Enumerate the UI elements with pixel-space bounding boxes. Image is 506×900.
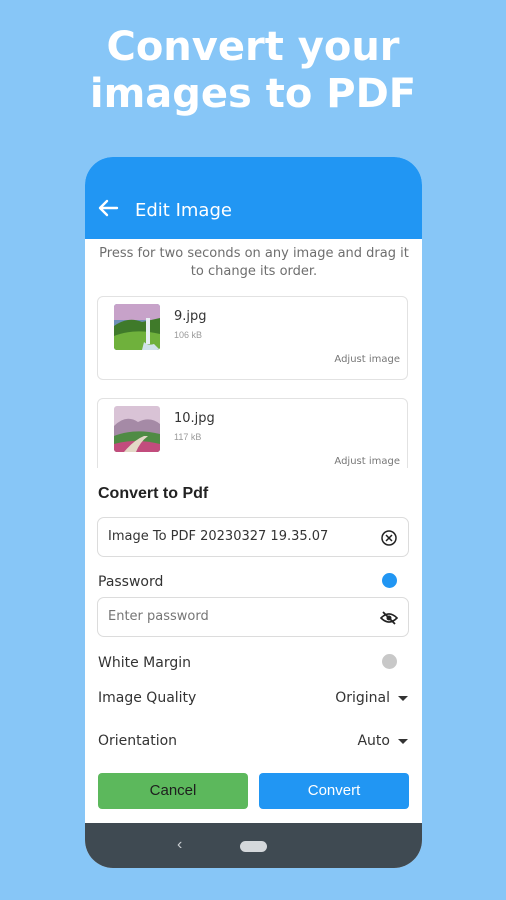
adjust-image-link[interactable]: Adjust image — [334, 354, 400, 365]
image-filename: 10.jpg — [174, 411, 215, 426]
convert-section-title: Convert to Pdf — [98, 485, 209, 502]
clear-icon[interactable] — [380, 529, 398, 547]
white-margin-label: White Margin — [98, 655, 191, 671]
system-nav-bar: ‹ — [85, 823, 422, 868]
image-quality-select[interactable]: Original — [335, 690, 408, 706]
reorder-hint: Press for two seconds on any image and d… — [95, 245, 413, 281]
promo-headline: Convert your images to PDF — [0, 24, 506, 118]
hint-line-1: Press for two seconds on any image and d… — [99, 246, 409, 261]
headline-line-2: images to PDF — [89, 71, 417, 117]
password-field[interactable] — [97, 597, 409, 637]
password-input[interactable] — [108, 609, 358, 624]
password-toggle[interactable] — [382, 573, 397, 588]
cancel-button[interactable]: Cancel — [98, 773, 248, 809]
image-filesize: 106 kB — [174, 330, 203, 340]
nav-home-icon[interactable] — [240, 841, 267, 852]
pdf-filename-field[interactable]: Image To PDF 20230327 19.35.07 — [97, 517, 409, 557]
image-list[interactable]: 9.jpg 106 kB Adjust image 10.jpg 117 kB … — [85, 292, 422, 468]
adjust-image-link[interactable]: Adjust image — [334, 456, 400, 467]
headline-line-1: Convert your — [106, 24, 400, 70]
hint-line-2: to change its order. — [190, 264, 318, 279]
chevron-down-icon — [398, 738, 408, 744]
orientation-select[interactable]: Auto — [357, 733, 408, 749]
white-margin-toggle[interactable] — [382, 654, 397, 669]
arrow-left-icon[interactable] — [97, 199, 119, 217]
orientation-label: Orientation — [98, 733, 178, 749]
page-title: Edit Image — [135, 200, 232, 221]
orientation-value: Auto — [357, 733, 390, 749]
convert-button[interactable]: Convert — [259, 773, 409, 809]
image-quality-label: Image Quality — [98, 690, 197, 706]
image-filesize: 117 kB — [174, 432, 202, 442]
phone-screen: Edit Image Press for two seconds on any … — [85, 157, 422, 868]
nav-back-icon[interactable]: ‹ — [177, 836, 182, 854]
image-card[interactable]: 10.jpg 117 kB Adjust image — [97, 398, 408, 468]
password-label: Password — [98, 574, 164, 590]
pdf-filename-value[interactable]: Image To PDF 20230327 19.35.07 — [108, 529, 328, 544]
image-card[interactable]: 9.jpg 106 kB Adjust image — [97, 296, 408, 380]
image-quality-value: Original — [335, 690, 390, 706]
image-thumbnail — [114, 304, 160, 350]
image-thumbnail — [114, 406, 160, 452]
chevron-down-icon — [398, 695, 408, 701]
app-bar: Edit Image — [85, 157, 422, 239]
image-filename: 9.jpg — [174, 309, 207, 324]
eye-off-icon[interactable] — [380, 609, 398, 627]
